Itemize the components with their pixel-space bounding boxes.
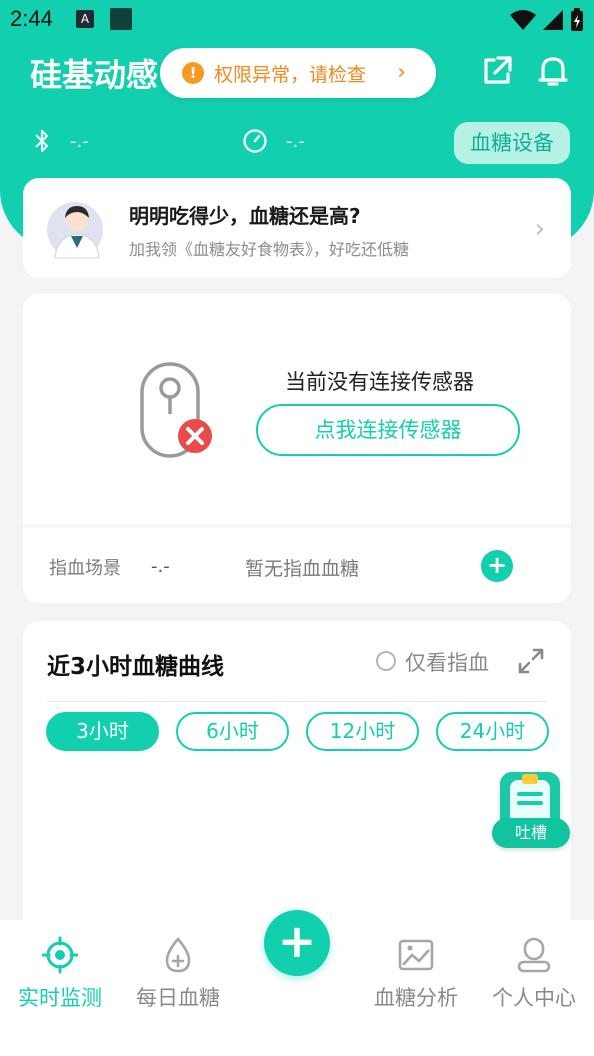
- tab-12h[interactable]: 12小时: [306, 712, 419, 751]
- chevron-right-icon: ›: [534, 214, 545, 244]
- doctor-avatar: [47, 202, 103, 259]
- promo-subtitle: 加我领《血糖友好食物表》，好吃还低糖: [129, 240, 410, 259]
- drop-icon: [165, 936, 191, 973]
- sensor-disconnected-icon: [140, 362, 212, 458]
- curve-title: 近3小时血糖曲线: [47, 654, 225, 680]
- nav-label: 血糖分析: [374, 986, 458, 1010]
- blood-glucose-device-button[interactable]: 血糖设备: [454, 122, 570, 164]
- chevron-right-icon: ›: [397, 60, 406, 85]
- app-title: 硅基动感: [30, 56, 159, 94]
- timer-icon: [243, 129, 267, 153]
- timer-status: -.-: [242, 128, 305, 154]
- warning-icon: !: [182, 62, 204, 84]
- sensor-card: 当前没有连接传感器 点我连接传感器 指血场景 -.- 暂无指血血糖 +: [23, 294, 571, 603]
- add-button[interactable]: +: [264, 910, 330, 976]
- nav-label: 每日血糖: [136, 986, 220, 1010]
- tab-3h[interactable]: 3小时: [46, 712, 159, 751]
- divider: [47, 701, 547, 702]
- share-icon[interactable]: [480, 54, 514, 88]
- expand-icon[interactable]: [517, 647, 545, 675]
- bluetooth-icon: [35, 129, 49, 153]
- tab-6h[interactable]: 6小时: [176, 712, 289, 751]
- battery-icon: [571, 8, 583, 31]
- bell-icon[interactable]: [536, 54, 570, 88]
- time-range-tabs: 3小时 6小时 12小时 24小时: [46, 712, 549, 751]
- wifi-icon: [510, 10, 536, 30]
- status-time: 2:44: [10, 6, 53, 31]
- fingerstick-scene-value: -.-: [151, 556, 170, 577]
- sensor-status-text: 当前没有连接传感器: [285, 370, 474, 394]
- notification-icon: A: [76, 10, 94, 28]
- permission-warning-text: 权限异常，请检查: [214, 63, 367, 86]
- connect-sensor-button[interactable]: 点我连接传感器: [256, 404, 520, 456]
- add-fingerstick-button[interactable]: +: [481, 550, 513, 582]
- bluetooth-status: -.-: [32, 128, 89, 154]
- status-bar: 2:44 A: [0, 0, 594, 40]
- promo-title: 明明吃得少，血糖还是高?: [129, 204, 361, 228]
- timer-value: -.-: [286, 130, 305, 152]
- signal-icon: [543, 10, 563, 30]
- bottom-navigation: 实时监测 每日血糖 + 血糖分析 个人中心: [0, 910, 594, 1056]
- app-notification-icon: [110, 8, 132, 30]
- finger-only-radio[interactable]: [376, 651, 396, 671]
- nav-label: 实时监测: [18, 986, 102, 1010]
- permission-warning-banner[interactable]: ! 权限异常，请检查 ›: [160, 48, 436, 98]
- no-fingerstick-text: 暂无指血血糖: [245, 558, 360, 580]
- user-icon: [517, 937, 551, 973]
- divider: [23, 524, 571, 528]
- target-icon: [42, 936, 78, 974]
- bluetooth-value: -.-: [70, 130, 89, 152]
- feedback-button[interactable]: 吐槽: [492, 772, 572, 852]
- fingerstick-scene-label: 指血场景: [49, 558, 121, 579]
- tab-24h[interactable]: 24小时: [436, 712, 549, 751]
- promo-card[interactable]: 明明吃得少，血糖还是高? 加我领《血糖友好食物表》，好吃还低糖 ›: [23, 178, 571, 278]
- feedback-label: 吐槽: [492, 818, 570, 848]
- nav-label: 个人中心: [492, 986, 576, 1010]
- system-status-icons: [510, 8, 584, 32]
- image-chart-icon: [398, 939, 434, 971]
- finger-only-label[interactable]: 仅看指血: [405, 647, 489, 677]
